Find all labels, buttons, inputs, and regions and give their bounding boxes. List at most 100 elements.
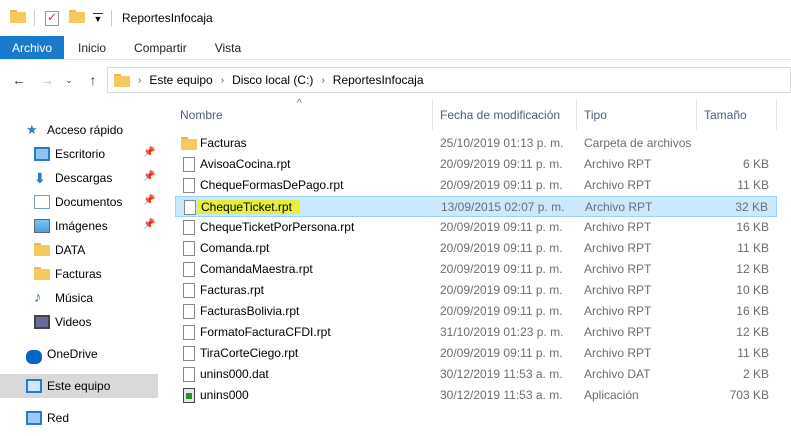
- up-arrow-icon[interactable]: ↑: [82, 72, 104, 88]
- breadcrumb-disco-local[interactable]: Disco local (C:): [232, 73, 313, 87]
- videos-icon: [34, 315, 50, 329]
- nav-item-videos[interactable]: Videos: [0, 310, 158, 334]
- file-date: 30/12/2019 11:53 a. m.: [440, 388, 563, 402]
- nav-item-este-equipo[interactable]: Este equipo: [0, 374, 158, 398]
- recent-locations-chevron-icon[interactable]: ⌄: [58, 75, 80, 86]
- file-name: ChequeTicketPorPersona.rpt: [200, 220, 355, 234]
- nav-item-acceso-rapido[interactable]: ★ Acceso rápido: [0, 118, 158, 142]
- nav-item-facturas[interactable]: Facturas: [0, 262, 158, 286]
- chevron-right-icon[interactable]: ›: [221, 75, 224, 86]
- folder-icon: [10, 10, 26, 26]
- file-name: ChequeFormasDePago.rpt: [200, 178, 344, 192]
- file-size: 6 KB: [742, 157, 769, 171]
- file-row[interactable]: FacturasBolivia.rpt 20/09/2019 09:11 p. m…: [175, 301, 777, 322]
- file-row[interactable]: ChequeTicketPorPersona.rpt 20/09/2019 09:…: [175, 217, 777, 238]
- column-header-name[interactable]: Nombre: [180, 100, 432, 130]
- file-row[interactable]: AvisoaCocina.rpt 20/09/2019 09:11 p. m. Ar…: [175, 154, 777, 175]
- file-row[interactable]: Facturas 25/10/2019 01:13 p. m. Carpeta de…: [175, 133, 777, 154]
- file-date: 13/09/2015 02:07 p. m.: [441, 200, 565, 214]
- nav-item-red[interactable]: Red: [0, 406, 158, 430]
- column-header-size[interactable]: Tamaño: [704, 100, 776, 130]
- nav-item-descargas[interactable]: ⬇ Descargas 📌: [0, 166, 158, 190]
- onedrive-icon: [26, 350, 42, 364]
- file-type: Archivo RPT: [584, 325, 652, 339]
- file-icon: [184, 200, 196, 215]
- tab-compartir[interactable]: Compartir: [120, 36, 201, 59]
- tab-vista[interactable]: Vista: [201, 36, 255, 59]
- pictures-icon: [34, 219, 50, 233]
- forward-arrow-icon[interactable]: →: [36, 72, 58, 88]
- file-row[interactable]: ComandaMaestra.rpt 20/09/2019 09:11 p. m.…: [175, 259, 777, 280]
- breadcrumb-reportesinfocaja[interactable]: ReportesInfocaja: [333, 73, 424, 87]
- ribbon-tabs: Archivo Inicio Compartir Vista: [0, 36, 791, 60]
- nav-item-data[interactable]: DATA: [0, 238, 158, 262]
- file-type: Archivo RPT: [584, 283, 652, 297]
- properties-icon[interactable]: [45, 10, 59, 26]
- nav-item-label: Facturas: [55, 267, 102, 281]
- column-header-type[interactable]: Tipo: [584, 100, 696, 130]
- file-type: Archivo RPT: [584, 220, 652, 234]
- file-size: 11 KB: [737, 241, 769, 255]
- nav-item-escritorio[interactable]: Escritorio 📌: [0, 142, 158, 166]
- tab-archivo[interactable]: Archivo: [0, 36, 65, 59]
- this-pc-icon: [26, 379, 42, 393]
- column-divider[interactable]: [432, 100, 433, 130]
- file-type: Archivo RPT: [584, 304, 652, 318]
- file-type: Carpeta de archivos: [584, 136, 692, 150]
- nav-item-label: DATA: [55, 243, 86, 257]
- file-type: Aplicación: [584, 388, 639, 402]
- file-row[interactable]: unins000.dat 30/12/2019 11:53 a. m. Archiv…: [175, 364, 777, 385]
- star-icon: ★: [26, 122, 38, 137]
- column-header-date[interactable]: Fecha de modificación: [440, 100, 576, 130]
- nav-item-onedrive[interactable]: OneDrive: [0, 342, 158, 366]
- file-row[interactable]: TiraCorteCiego.rpt 20/09/2019 09:11 p. m.…: [175, 343, 777, 364]
- column-divider[interactable]: [776, 100, 777, 130]
- file-date: 20/09/2019 09:11 p. m.: [440, 178, 563, 192]
- music-icon: ♪: [34, 289, 42, 306]
- navigation-pane: ★ Acceso rápido Escritorio 📌 ⬇ Descargas…: [0, 100, 160, 436]
- file-type: Archivo RPT: [584, 262, 652, 276]
- nav-item-label: Red: [47, 411, 70, 425]
- file-type: Archivo RPT: [584, 157, 652, 171]
- nav-item-label: OneDrive: [47, 347, 98, 361]
- file-size: 12 KB: [736, 262, 769, 276]
- quick-access-dropdown-icon[interactable]: ▼: [93, 12, 103, 24]
- file-type: Archivo DAT: [584, 367, 651, 381]
- file-name: ChequeTicket.rpt: [197, 200, 300, 214]
- file-size: 16 KB: [736, 304, 769, 318]
- download-icon: ⬇: [34, 170, 46, 186]
- desktop-icon: [34, 147, 50, 161]
- file-icon: [183, 157, 195, 172]
- file-size: 10 KB: [736, 283, 769, 297]
- back-arrow-icon[interactable]: ←: [8, 72, 30, 88]
- file-name: unins000: [200, 388, 249, 402]
- file-date: 20/09/2019 09:11 p. m.: [440, 157, 563, 171]
- file-size: 2 KB: [742, 367, 769, 381]
- nav-item-musica[interactable]: ♪ Música: [0, 286, 158, 310]
- nav-item-label: Escritorio: [55, 147, 106, 161]
- file-size: 32 KB: [735, 200, 768, 214]
- pin-icon: 📌: [143, 147, 156, 158]
- file-type: Archivo RPT: [584, 346, 652, 360]
- file-row[interactable]: Facturas.rpt 20/09/2019 09:11 p. m. Archiv…: [175, 280, 777, 301]
- navigation-bar: ← → ⌄ ↑ › Este equipo › Disco local (C:)…: [0, 60, 791, 100]
- file-row[interactable]: FormatoFacturaCFDI.rpt 31/10/2019 01:23 p…: [175, 322, 777, 343]
- file-row[interactable]: unins000 30/12/2019 11:53 a. m. Aplicación…: [175, 385, 777, 406]
- nav-item-imagenes[interactable]: Imágenes 📌: [0, 214, 158, 238]
- breadcrumb-este-equipo[interactable]: Este equipo: [149, 73, 212, 87]
- new-folder-icon[interactable]: [69, 10, 85, 26]
- file-type: Archivo RPT: [584, 178, 652, 192]
- file-row[interactable]: ChequeTicket.rpt 13/09/2015 02:07 p. m. Ar…: [175, 196, 777, 217]
- file-icon: [183, 262, 195, 277]
- tab-inicio[interactable]: Inicio: [64, 36, 120, 59]
- chevron-right-icon[interactable]: ›: [138, 75, 141, 86]
- address-bar[interactable]: › Este equipo › Disco local (C:) › Repor…: [107, 67, 791, 93]
- column-divider[interactable]: [576, 100, 577, 130]
- pin-icon: 📌: [143, 171, 156, 182]
- column-divider[interactable]: [696, 100, 697, 130]
- file-row[interactable]: Comanda.rpt 20/09/2019 09:11 p. m. Archivo…: [175, 238, 777, 259]
- chevron-right-icon[interactable]: ›: [321, 75, 324, 86]
- folder-icon: [34, 243, 50, 257]
- nav-item-documentos[interactable]: Documentos 📌: [0, 190, 158, 214]
- file-row[interactable]: ChequeFormasDePago.rpt 20/09/2019 09:11 p…: [175, 175, 777, 196]
